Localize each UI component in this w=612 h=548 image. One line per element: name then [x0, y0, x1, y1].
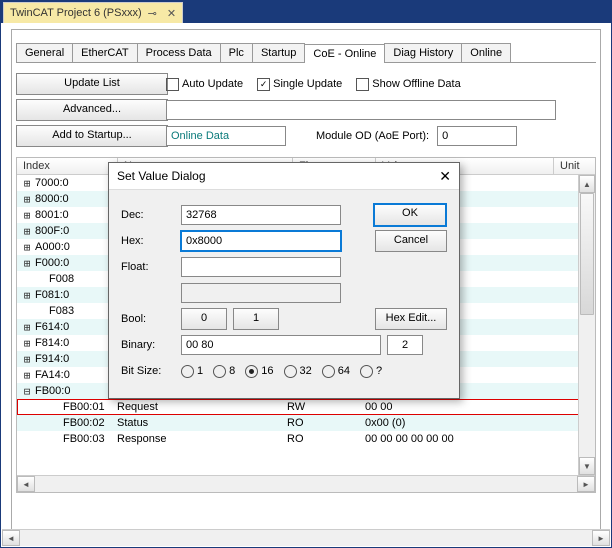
tab-ethercat[interactable]: EtherCAT: [72, 43, 137, 62]
dialog-body: Dec: 32768 OK Hex: 0x8000 Cancel Float: …: [109, 190, 459, 398]
dec-input[interactable]: 32768: [181, 205, 341, 225]
scroll-left-icon[interactable]: ◄: [17, 476, 35, 492]
tab-coe-online[interactable]: CoE - Online: [304, 44, 385, 63]
controls-row-1: Update List Auto Update ✓Single Update S…: [16, 73, 596, 95]
vertical-scrollbar[interactable]: ▲ ▼: [578, 175, 595, 475]
binary-input[interactable]: 00 80: [181, 335, 381, 355]
bitsize-radio-16[interactable]: 16: [245, 365, 273, 378]
col-unit[interactable]: Unit: [554, 158, 595, 174]
blank-field[interactable]: [166, 100, 556, 120]
float-label: Float:: [121, 261, 181, 273]
scroll-down-icon[interactable]: ▼: [579, 457, 595, 475]
disabled-input: [181, 283, 341, 303]
bool-0-button[interactable]: 0: [181, 308, 227, 330]
document-tab-title: TwinCAT Project 6 (PSxxx): [10, 7, 142, 19]
scroll-right-icon[interactable]: ►: [577, 476, 595, 492]
tab-online[interactable]: Online: [461, 43, 511, 62]
pin-icon[interactable]: ⊸: [148, 7, 157, 20]
table-horizontal-scrollbar[interactable]: ◄ ►: [17, 475, 595, 492]
controls-row-2: Advanced...: [16, 99, 596, 121]
table-row[interactable]: FB00:03ResponseRO00 00 00 00 00 00: [17, 431, 595, 447]
table-row[interactable]: FB00:02StatusRO0x00 (0): [17, 415, 595, 431]
col-index[interactable]: Index: [17, 158, 118, 174]
update-list-button[interactable]: Update List: [16, 73, 168, 95]
left-button-column: Update List: [16, 73, 166, 95]
dec-label: Dec:: [121, 209, 181, 221]
table-row[interactable]: FB00:01RequestRW00 00: [17, 399, 595, 415]
float-input[interactable]: [181, 257, 341, 277]
scroll-thumb[interactable]: [580, 193, 594, 315]
scroll-left-icon[interactable]: ◄: [2, 530, 20, 546]
dialog-title: Set Value Dialog: [117, 169, 206, 183]
outer-horizontal-scrollbar[interactable]: ◄ ►: [2, 529, 610, 546]
hex-edit-button[interactable]: Hex Edit...: [375, 308, 447, 330]
document-tab[interactable]: TwinCAT Project 6 (PSxxx) ⊸ ✕: [3, 2, 183, 23]
hex-label: Hex:: [121, 235, 181, 247]
app-window: TwinCAT Project 6 (PSxxx) ⊸ ✕ GeneralEth…: [0, 0, 612, 548]
bool-label: Bool:: [121, 313, 181, 325]
tab-strip: GeneralEtherCATProcess DataPlcStartupCoE…: [16, 40, 596, 63]
single-update-checkbox[interactable]: ✓Single Update: [257, 78, 342, 91]
tab-general[interactable]: General: [16, 43, 73, 62]
controls-row-3: Add to Startup... Online Data Module OD …: [16, 125, 596, 147]
set-value-dialog: Set Value Dialog ✕ Dec: 32768 OK Hex: 0x…: [108, 162, 460, 399]
tab-process-data[interactable]: Process Data: [137, 43, 221, 62]
bitsize-radio-8[interactable]: 8: [213, 365, 235, 378]
dialog-titlebar[interactable]: Set Value Dialog ✕: [109, 163, 459, 190]
tab-plc[interactable]: Plc: [220, 43, 253, 62]
bool-1-button[interactable]: 1: [233, 308, 279, 330]
cancel-button[interactable]: Cancel: [375, 230, 447, 252]
bitsize-radio-?[interactable]: ?: [360, 365, 382, 378]
binary-count[interactable]: 2: [387, 335, 423, 355]
auto-update-checkbox[interactable]: Auto Update: [166, 78, 243, 91]
binary-label: Binary:: [121, 339, 181, 351]
bitsize-radio-1[interactable]: 1: [181, 365, 203, 378]
bitsize-label: Bit Size:: [121, 365, 181, 377]
bitsize-radio-group: 18 16 32 64?: [181, 365, 382, 378]
ok-button[interactable]: OK: [373, 203, 447, 227]
module-od-input[interactable]: 0: [437, 126, 517, 146]
online-data-field[interactable]: Online Data: [166, 126, 286, 146]
hex-input[interactable]: 0x8000: [181, 231, 341, 251]
advanced-button[interactable]: Advanced...: [16, 99, 168, 121]
tab-startup[interactable]: Startup: [252, 43, 305, 62]
tab-diag-history[interactable]: Diag History: [384, 43, 462, 62]
show-offline-checkbox[interactable]: Show Offline Data: [356, 78, 460, 91]
bitsize-radio-64[interactable]: 64: [322, 365, 350, 378]
document-tab-bar: TwinCAT Project 6 (PSxxx) ⊸ ✕: [1, 1, 611, 23]
scroll-up-icon[interactable]: ▲: [579, 175, 595, 193]
add-to-startup-button[interactable]: Add to Startup...: [16, 125, 168, 147]
close-icon[interactable]: ✕: [167, 7, 176, 20]
scroll-right-icon[interactable]: ►: [592, 530, 610, 546]
module-od-label: Module OD (AoE Port):: [316, 130, 429, 142]
close-icon[interactable]: ✕: [439, 168, 451, 185]
checkbox-group: Auto Update ✓Single Update Show Offline …: [166, 78, 461, 91]
bitsize-radio-32[interactable]: 32: [284, 365, 312, 378]
